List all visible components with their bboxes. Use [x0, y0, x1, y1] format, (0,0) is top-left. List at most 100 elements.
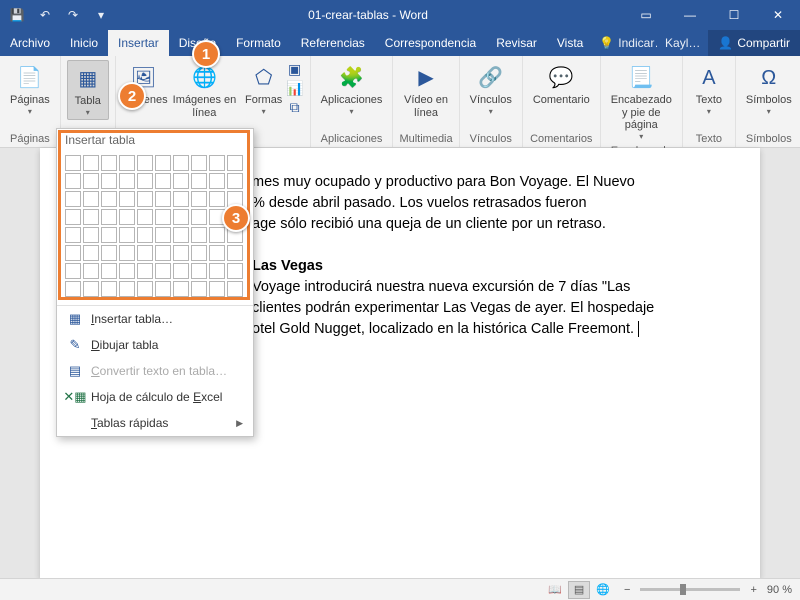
grid-cell[interactable] [173, 245, 189, 261]
simbolos-button[interactable]: Ω Símbolos ▾ [742, 60, 796, 118]
grid-cell[interactable] [101, 227, 117, 243]
tell-me-box[interactable]: 💡 Indicar… [593, 30, 657, 56]
tab-revisar[interactable]: Revisar [486, 30, 547, 56]
grid-cell[interactable] [191, 263, 207, 279]
imagenes-enlinea-button[interactable]: 🌐 Imágenes en línea [167, 60, 241, 121]
zoom-out-button[interactable]: − [624, 584, 630, 596]
grid-cell[interactable] [191, 173, 207, 189]
grid-cell[interactable] [209, 227, 225, 243]
grid-cell[interactable] [209, 191, 225, 207]
grid-cell[interactable] [227, 245, 243, 261]
ribbon-options-icon[interactable]: ▭ [624, 0, 668, 30]
grid-cell[interactable] [209, 173, 225, 189]
grid-cell[interactable] [155, 173, 171, 189]
paginas-button[interactable]: 📄 Páginas ▾ [6, 60, 54, 118]
grid-cell[interactable] [209, 263, 225, 279]
grid-cell[interactable] [137, 155, 153, 171]
grid-cell[interactable] [101, 263, 117, 279]
tab-correspondencia[interactable]: Correspondencia [375, 30, 486, 56]
grid-cell[interactable] [155, 281, 171, 297]
grid-cell[interactable] [155, 191, 171, 207]
tab-archivo[interactable]: Archivo [0, 30, 60, 56]
grid-cell[interactable] [119, 263, 135, 279]
grid-cell[interactable] [119, 155, 135, 171]
grid-cell[interactable] [119, 173, 135, 189]
grid-cell[interactable] [173, 209, 189, 225]
account-name[interactable]: Kayl… [657, 30, 708, 56]
grid-cell[interactable] [137, 173, 153, 189]
grid-cell[interactable] [83, 209, 99, 225]
tab-vista[interactable]: Vista [547, 30, 593, 56]
grid-cell[interactable] [83, 173, 99, 189]
grid-cell[interactable] [83, 281, 99, 297]
grid-cell[interactable] [65, 191, 81, 207]
close-icon[interactable]: ✕ [756, 0, 800, 30]
grid-cell[interactable] [191, 191, 207, 207]
grid-cell[interactable] [227, 281, 243, 297]
grid-cell[interactable] [209, 155, 225, 171]
grid-cell[interactable] [137, 263, 153, 279]
grid-cell[interactable] [65, 155, 81, 171]
grid-cell[interactable] [191, 227, 207, 243]
texto-button[interactable]: A Texto ▾ [689, 60, 729, 118]
grid-cell[interactable] [119, 209, 135, 225]
tab-inicio[interactable]: Inicio [60, 30, 108, 56]
menu-excel-sheet[interactable]: ✕▦ Hoja de cálculo de Excel [57, 384, 253, 410]
vinculos-button[interactable]: 🔗 Vínculos ▾ [466, 60, 516, 118]
encabezado-button[interactable]: 📃 Encabezado y pie de página ▾ [607, 60, 676, 143]
grid-cell[interactable] [101, 281, 117, 297]
redo-icon[interactable]: ↷ [62, 8, 84, 22]
formas-button[interactable]: ⬠ Formas ▾ [244, 60, 284, 118]
chart-icon[interactable]: 📊 [286, 79, 304, 97]
grid-cell[interactable] [173, 227, 189, 243]
grid-cell[interactable] [137, 227, 153, 243]
grid-cell[interactable] [173, 155, 189, 171]
grid-cell[interactable] [137, 245, 153, 261]
grid-cell[interactable] [137, 281, 153, 297]
grid-cell[interactable] [65, 209, 81, 225]
grid-cell[interactable] [65, 227, 81, 243]
grid-cell[interactable] [65, 173, 81, 189]
print-layout-icon[interactable]: ▤ [568, 581, 590, 599]
grid-cell[interactable] [83, 191, 99, 207]
grid-cell[interactable] [137, 209, 153, 225]
grid-cell[interactable] [101, 209, 117, 225]
grid-cell[interactable] [83, 245, 99, 261]
comentario-button[interactable]: 💬 Comentario [529, 60, 594, 109]
web-layout-icon[interactable]: 🌐 [592, 581, 614, 599]
grid-cell[interactable] [155, 227, 171, 243]
minimize-icon[interactable]: — [668, 0, 712, 30]
grid-cell[interactable] [191, 155, 207, 171]
tab-insertar[interactable]: Insertar [108, 30, 169, 56]
grid-cell[interactable] [119, 191, 135, 207]
grid-cell[interactable] [173, 191, 189, 207]
grid-cell[interactable] [119, 245, 135, 261]
tab-referencias[interactable]: Referencias [291, 30, 375, 56]
grid-cell[interactable] [227, 155, 243, 171]
qat-customize-icon[interactable]: ▾ [90, 8, 112, 22]
grid-cell[interactable] [191, 245, 207, 261]
menu-insert-table[interactable]: ▦ Insertar tabla… [57, 306, 253, 332]
grid-cell[interactable] [137, 191, 153, 207]
tab-formato[interactable]: Formato [226, 30, 291, 56]
grid-cell[interactable] [227, 173, 243, 189]
grid-cell[interactable] [65, 263, 81, 279]
zoom-level[interactable]: 90 % [767, 584, 792, 596]
read-mode-icon[interactable]: 📖 [544, 581, 566, 599]
grid-cell[interactable] [209, 245, 225, 261]
grid-cell[interactable] [101, 191, 117, 207]
grid-cell[interactable] [83, 227, 99, 243]
grid-cell[interactable] [119, 281, 135, 297]
grid-cell[interactable] [155, 209, 171, 225]
grid-cell[interactable] [173, 281, 189, 297]
menu-draw-table[interactable]: ✎ Dibujar tabla [57, 332, 253, 358]
grid-cell[interactable] [173, 173, 189, 189]
grid-cell[interactable] [155, 155, 171, 171]
grid-cell[interactable] [173, 263, 189, 279]
grid-cell[interactable] [101, 155, 117, 171]
grid-cell[interactable] [191, 209, 207, 225]
share-button[interactable]: 👤 Compartir [708, 30, 800, 56]
grid-cell[interactable] [155, 245, 171, 261]
menu-quick-tables[interactable]: Tablas rápidas ▶ [57, 410, 253, 436]
grid-cell[interactable] [83, 155, 99, 171]
